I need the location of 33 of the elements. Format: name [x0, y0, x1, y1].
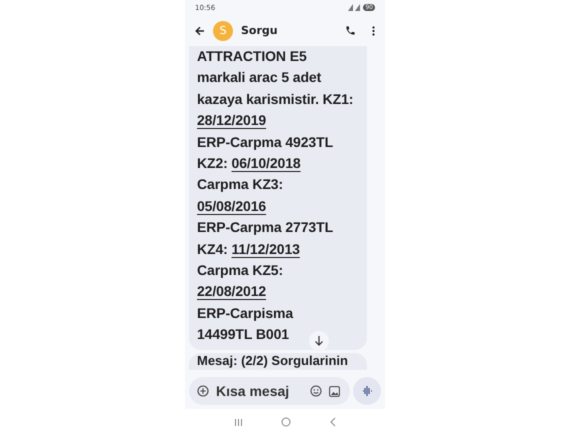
date-link[interactable]: 28/12/2019	[197, 112, 266, 128]
contact-name: Sorgu	[241, 24, 279, 37]
message-field[interactable]: Kısa mesaj	[189, 377, 350, 405]
recent-apps-icon[interactable]	[234, 418, 243, 426]
message-text: ERP-Carpma 2773TL	[197, 219, 334, 236]
message-text: Carpma KZ5:	[197, 262, 284, 278]
back-arrow-icon[interactable]	[195, 26, 205, 36]
message-text: markali arac 5 adet	[197, 69, 322, 86]
message-text: KZ4:	[197, 240, 229, 257]
message-text: Carpma KZ3:	[197, 176, 284, 192]
phone-icon[interactable]	[345, 25, 356, 36]
emoji-icon[interactable]	[310, 385, 322, 397]
message-text: ATTRACTION E5	[197, 48, 307, 64]
message-text: 14499TL B001	[197, 326, 289, 342]
date-link[interactable]: 06/10/2018	[232, 155, 301, 172]
avatar: S	[213, 20, 233, 40]
message-text: ERP-Carpisma	[197, 304, 294, 321]
signal-icon	[348, 4, 360, 11]
date-link[interactable]: 22/08/2012	[197, 283, 266, 300]
scroll-down-button[interactable]	[309, 331, 329, 351]
message-input-field[interactable]: Kısa mesaj	[216, 383, 303, 399]
message-text: ERP-Carpma 4923TL	[197, 134, 334, 150]
message-text: KZ2:	[197, 155, 229, 172]
message-text: kazaya karismistir. KZ1:	[197, 90, 354, 107]
date-link[interactable]: 11/12/2013	[232, 240, 300, 257]
back-icon[interactable]	[329, 417, 336, 427]
add-icon[interactable]	[197, 385, 209, 397]
date-link[interactable]: 05/08/2016	[197, 198, 266, 214]
voice-icon[interactable]	[353, 377, 381, 405]
image-icon[interactable]	[329, 386, 340, 396]
message-text: Mesaj: (2/2) Sorgularinin	[197, 352, 349, 369]
home-icon[interactable]	[281, 417, 291, 427]
more-options-icon[interactable]	[372, 26, 375, 36]
